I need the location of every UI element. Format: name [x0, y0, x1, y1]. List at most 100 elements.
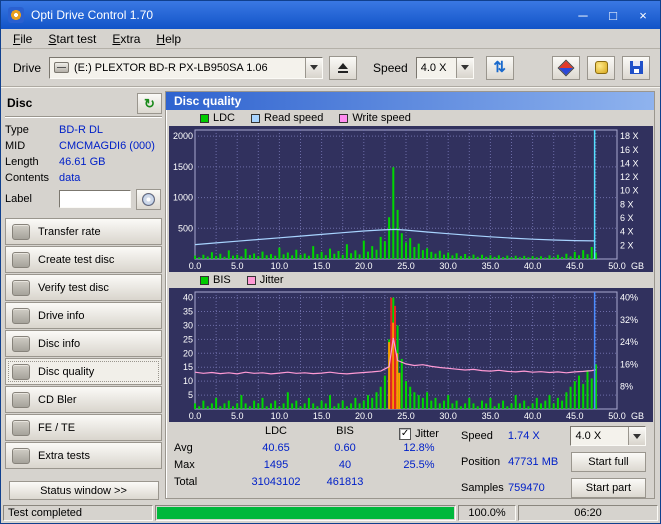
refresh-disc-button[interactable]: ↻	[137, 93, 162, 114]
info-label-contents: Contents	[5, 172, 59, 184]
svg-text:20.0: 20.0	[355, 261, 373, 271]
info-row-mid: MIDCMCMAGDI6 (000)	[5, 138, 162, 154]
jitter-checkbox-label: Jitter	[415, 428, 439, 440]
svg-text:40.0: 40.0	[524, 411, 542, 421]
speed-label: Speed	[373, 61, 408, 75]
sidebar-button-label: Extra tests	[38, 450, 90, 462]
eject-button[interactable]	[329, 56, 357, 80]
svg-text:2 X: 2 X	[620, 240, 634, 250]
svg-text:30: 30	[183, 320, 193, 330]
chevron-down-icon[interactable]	[305, 58, 322, 78]
status-window-button[interactable]: Status window >>	[9, 481, 159, 500]
chevron-down-icon[interactable]	[628, 427, 645, 445]
menu-item-help[interactable]: Help	[148, 30, 189, 48]
toolbar: Drive (E:) PLEXTOR BD-R PX-LB950SA 1.06 …	[1, 49, 660, 87]
save-icon	[630, 61, 643, 74]
eject-icon	[338, 63, 348, 73]
test-speed-select-value: 4.0 X	[575, 430, 626, 442]
info-row-length: Length46.61 GB	[5, 154, 162, 170]
bis-jitter-chart: 5101520253035408%16%24%32%40%0.05.010.01…	[169, 288, 653, 422]
samples-row: Samples 759470 Start part	[461, 475, 646, 501]
verify-test-disc-icon	[12, 280, 30, 296]
row-label-total: Total	[172, 476, 238, 493]
menu-item-start-test[interactable]: Start test	[40, 30, 104, 48]
info-label-length: Length	[5, 156, 59, 168]
chevron-down-icon[interactable]	[456, 58, 473, 78]
sidebar-button-label: Verify test disc	[38, 282, 109, 294]
menu-item-file[interactable]: File	[5, 30, 40, 48]
disc-label-button[interactable]	[136, 189, 161, 210]
sidebar-button-extra-tests[interactable]: Extra tests	[5, 442, 162, 469]
legend-ldc: LDC	[200, 112, 235, 124]
column-header-ldc: LDC	[238, 425, 314, 442]
sidebar-button-create-test-disc[interactable]: Create test disc	[5, 246, 162, 273]
titlebar: Opti Drive Control 1.70 ─ □ ×	[1, 1, 660, 29]
sidebar-button-transfer-rate[interactable]: Transfer rate	[5, 218, 162, 245]
sidebar-button-disc-quality[interactable]: Disc quality	[5, 358, 162, 385]
sidebar-button-label: FE / TE	[38, 422, 75, 434]
progress-fill	[157, 507, 454, 519]
legend-label-write-speed: Write speed	[352, 112, 411, 124]
minimize-button[interactable]: ─	[568, 3, 598, 27]
svg-text:GB: GB	[631, 261, 644, 271]
speed-select[interactable]: 4.0 X	[416, 57, 474, 79]
test-speed-select[interactable]: 4.0 X	[570, 426, 646, 446]
bis-swatch	[200, 276, 209, 285]
sidebar-button-label: Transfer rate	[38, 226, 101, 238]
start-full-button[interactable]: Start full	[571, 452, 646, 472]
app-icon	[8, 7, 24, 23]
svg-text:12 X: 12 X	[620, 172, 639, 182]
refresh-drives-button[interactable]: ⇅	[486, 56, 514, 80]
ldc-swatch	[200, 114, 209, 123]
sidebar-button-drive-info[interactable]: Drive info	[5, 302, 162, 329]
menu-item-extra[interactable]: Extra	[104, 30, 148, 48]
window-title: Opti Drive Control 1.70	[31, 8, 568, 22]
disc-info: TypeBD-R DLMIDCMCMAGDI6 (000)Length46.61…	[5, 122, 162, 186]
sidebar-button-label: Disc info	[38, 338, 80, 350]
svg-text:30.0: 30.0	[439, 411, 457, 421]
cd-bler-icon	[12, 392, 30, 408]
sidebar-button-disc-info[interactable]: Disc info	[5, 330, 162, 357]
sidebar-button-fe-te[interactable]: FE / TE	[5, 414, 162, 441]
disc-quality-icon	[12, 364, 30, 380]
svg-text:18 X: 18 X	[620, 131, 639, 141]
disc-section-header: Disc ↻	[5, 91, 162, 115]
svg-text:8%: 8%	[620, 382, 633, 392]
disc-section-title: Disc	[5, 96, 32, 110]
avg-bis: 0.60	[314, 442, 376, 459]
bottom-chart-legend: BIS Jitter	[200, 273, 654, 287]
svg-text:50.0: 50.0	[608, 261, 626, 271]
window-controls: ─ □ ×	[568, 3, 658, 27]
svg-text:45.0: 45.0	[566, 411, 584, 421]
speed-result-label: Speed	[461, 430, 508, 442]
column-header-bis: BIS	[314, 425, 376, 442]
jitter-checkbox[interactable]: ✓	[399, 428, 411, 440]
svg-text:16%: 16%	[620, 359, 638, 369]
legend-label-jitter: Jitter	[260, 274, 284, 286]
panel-title: Disc quality	[174, 94, 241, 108]
utility-button[interactable]	[587, 56, 615, 80]
ldc-read-speed-chart: 5001000150020002 X4 X6 X8 X10 X12 X14 X1…	[169, 126, 653, 272]
svg-text:25.0: 25.0	[397, 411, 415, 421]
legend-bis: BIS	[200, 274, 231, 286]
sidebar-buttons: Transfer rate Create test disc Verify test…	[5, 218, 162, 469]
sidebar-button-cd-bler[interactable]: CD Bler	[5, 386, 162, 413]
svg-text:35.0: 35.0	[482, 411, 500, 421]
close-button[interactable]: ×	[628, 3, 658, 27]
start-part-button[interactable]: Start part	[571, 478, 646, 498]
erase-disc-button[interactable]	[552, 56, 580, 80]
menubar: FileStart testExtraHelp	[1, 29, 660, 49]
svg-text:500: 500	[178, 223, 193, 233]
drive-info-icon	[12, 308, 30, 324]
drive-select[interactable]: (E:) PLEXTOR BD-R PX-LB950SA 1.06	[49, 57, 323, 79]
statusbar: Test completed 100.0% 06:20	[1, 503, 660, 523]
save-results-button[interactable]	[622, 56, 650, 80]
write-speed-swatch	[339, 114, 348, 123]
svg-text:5.0: 5.0	[231, 261, 244, 271]
sidebar-button-verify-test-disc[interactable]: Verify test disc	[5, 274, 162, 301]
drive-icon	[54, 62, 69, 73]
label-input[interactable]	[59, 190, 131, 208]
svg-text:16 X: 16 X	[620, 145, 639, 155]
svg-text:20.0: 20.0	[355, 411, 373, 421]
maximize-button[interactable]: □	[598, 3, 628, 27]
